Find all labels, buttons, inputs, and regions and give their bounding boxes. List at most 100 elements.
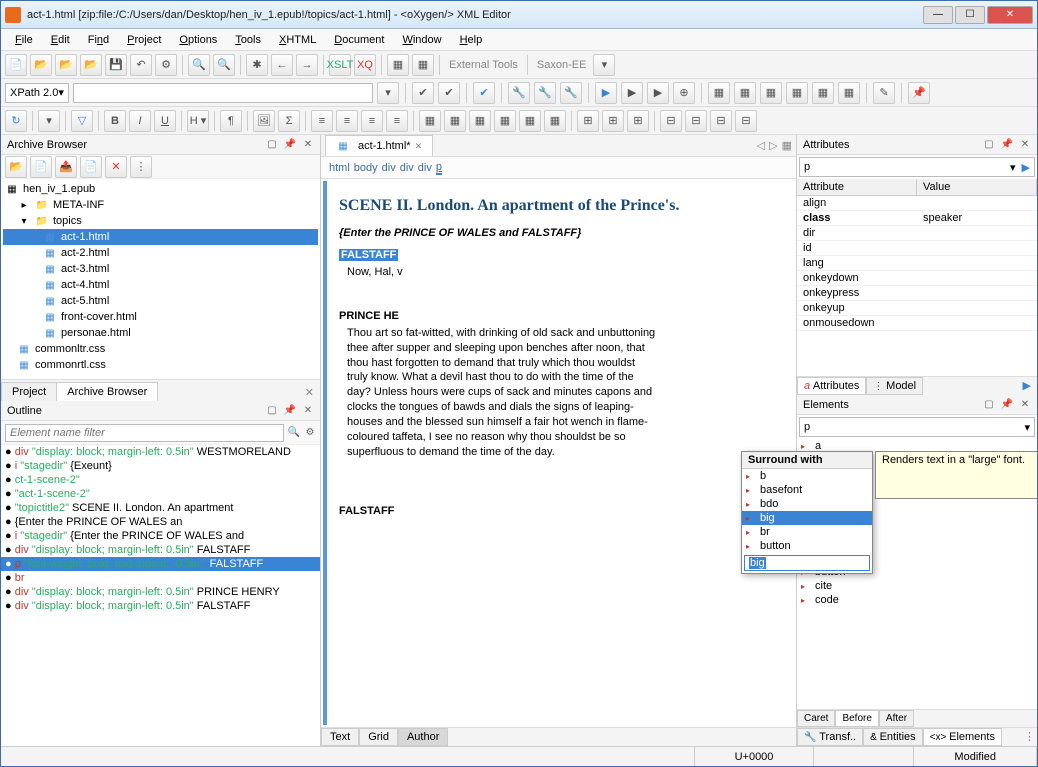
- project-tab[interactable]: Project: [1, 382, 57, 401]
- maximize-button[interactable]: ☐: [955, 6, 985, 24]
- split2-button[interactable]: ⊟: [685, 110, 707, 132]
- attrs-expand-icon[interactable]: ▶: [1017, 377, 1037, 395]
- outline-filter-input[interactable]: [5, 424, 284, 442]
- attr-row[interactable]: dir: [797, 226, 1037, 241]
- element-item[interactable]: code: [797, 593, 1037, 607]
- prev-button[interactable]: ←: [271, 54, 293, 76]
- attributes-tab[interactable]: a Attributes: [797, 377, 866, 395]
- tree-file[interactable]: ▦act-4.html: [3, 277, 318, 293]
- dl-button[interactable]: ≡: [386, 110, 408, 132]
- restore-icon[interactable]: ▢: [266, 139, 278, 151]
- find-replace-button[interactable]: 🔍: [213, 54, 235, 76]
- paragraph-button[interactable]: ¶: [220, 110, 242, 132]
- outline-restore-icon[interactable]: ▢: [266, 405, 278, 417]
- archive-extract-button[interactable]: 📤: [55, 156, 77, 178]
- archive-props-button[interactable]: ⋮: [130, 156, 152, 178]
- mark-button[interactable]: ✱: [246, 54, 268, 76]
- outline-row[interactable]: ● div "display: block; margin-left: 0.5i…: [1, 445, 320, 459]
- crumb-div1[interactable]: div: [382, 162, 396, 174]
- attr-row[interactable]: onkeyup: [797, 301, 1037, 316]
- grid5-button[interactable]: ▦: [812, 82, 834, 104]
- popup-item-bdo[interactable]: bdo: [742, 497, 872, 511]
- saxon-label[interactable]: Saxon-EE: [533, 59, 591, 71]
- delrow-button[interactable]: ▦: [519, 110, 541, 132]
- open-recent-button[interactable]: 📂: [80, 54, 102, 76]
- menu-xhtml[interactable]: XHTML: [271, 32, 324, 48]
- close-button[interactable]: ✕: [987, 6, 1033, 24]
- elem-close-icon[interactable]: ✕: [1019, 399, 1031, 411]
- italic-button[interactable]: I: [129, 110, 151, 132]
- menu-window[interactable]: Window: [394, 32, 449, 48]
- external-tools-label[interactable]: External Tools: [445, 59, 522, 71]
- wrench3-button[interactable]: 🔧: [560, 82, 582, 104]
- outline-row[interactable]: ● "act-1-scene-2": [1, 487, 320, 501]
- underline-button[interactable]: U: [154, 110, 176, 132]
- tree-css2[interactable]: ▦commonrtl.css: [3, 357, 318, 373]
- speaker-falstaff[interactable]: FALSTAFF: [339, 249, 398, 261]
- heading-button[interactable]: H ▾: [187, 110, 209, 132]
- elements-combo[interactable]: p▾: [799, 417, 1035, 437]
- xq-button[interactable]: XQ: [354, 54, 376, 76]
- saxon-dropdown[interactable]: ▾: [593, 54, 615, 76]
- archive-new-button[interactable]: 📄: [80, 156, 102, 178]
- crumb-p[interactable]: p: [436, 161, 442, 175]
- grid3-button[interactable]: ▦: [760, 82, 782, 104]
- outline-row[interactable]: ● div "display: block; margin-left: 0.5i…: [1, 599, 320, 613]
- popup-item-b[interactable]: b: [742, 469, 872, 483]
- attrs-element-combo[interactable]: p▾▶: [799, 157, 1035, 177]
- xpath-version-combo[interactable]: XPath 2.0 ▾: [5, 83, 69, 103]
- tree-file[interactable]: ▦personae.html: [3, 325, 318, 341]
- equation-button[interactable]: Σ: [278, 110, 300, 132]
- attrs-restore-icon[interactable]: ▢: [983, 139, 995, 151]
- wrench-button[interactable]: 🔧: [508, 82, 530, 104]
- archive-delete-button[interactable]: ✕: [105, 156, 127, 178]
- doc-button[interactable]: ▦: [387, 54, 409, 76]
- outline-row[interactable]: ● "topictitle2" SCENE II. London. An apa…: [1, 501, 320, 515]
- validate-button[interactable]: ✔: [473, 82, 495, 104]
- wrench2-button[interactable]: 🔧: [534, 82, 556, 104]
- elem-pin-icon[interactable]: 📌: [1001, 399, 1013, 411]
- elem-restore-icon[interactable]: ▢: [983, 399, 995, 411]
- tree-root[interactable]: ▦hen_iv_1.epub: [3, 181, 318, 197]
- archive-browser-tab[interactable]: Archive Browser: [56, 382, 158, 401]
- split4-button[interactable]: ⊟: [735, 110, 757, 132]
- minimize-button[interactable]: —: [923, 6, 953, 24]
- refresh-button[interactable]: ↻: [5, 110, 27, 132]
- outline-row[interactable]: ● div "display: block; margin-left: 0.5i…: [1, 543, 320, 557]
- split-button[interactable]: ⊟: [660, 110, 682, 132]
- left-tabs-close-icon[interactable]: ✕: [299, 384, 320, 401]
- attr-row[interactable]: onkeypress: [797, 286, 1037, 301]
- popup-item-basefont[interactable]: basefont: [742, 483, 872, 497]
- split3-button[interactable]: ⊟: [710, 110, 732, 132]
- grid2-button[interactable]: ▦: [734, 82, 756, 104]
- pin-icon[interactable]: 📌: [284, 139, 296, 151]
- menu-project[interactable]: Project: [119, 32, 169, 48]
- menu-tools[interactable]: Tools: [227, 32, 269, 48]
- tree-metainf[interactable]: ▸📁META-INF: [3, 197, 318, 213]
- edit-button[interactable]: ✎: [873, 82, 895, 104]
- undo-button[interactable]: ↶: [130, 54, 152, 76]
- crumb-div2[interactable]: div: [400, 162, 414, 174]
- tab-prev-icon[interactable]: ◁: [757, 139, 765, 152]
- crumb-html[interactable]: html: [329, 162, 350, 174]
- crumb-body[interactable]: body: [354, 162, 378, 174]
- menu-file[interactable]: File: [7, 32, 41, 48]
- run-button[interactable]: ▶: [595, 82, 617, 104]
- attr-row[interactable]: lang: [797, 256, 1037, 271]
- table-button[interactable]: ▦: [419, 110, 441, 132]
- popup-item-br[interactable]: br: [742, 525, 872, 539]
- next-button[interactable]: →: [296, 54, 318, 76]
- open-url-button[interactable]: 📂: [55, 54, 77, 76]
- outline-list[interactable]: ● div "display: block; margin-left: 0.5i…: [1, 445, 320, 746]
- tree-file[interactable]: ▦act-5.html: [3, 293, 318, 309]
- redo-button[interactable]: ⚙: [155, 54, 177, 76]
- cell-button[interactable]: ▦: [494, 110, 516, 132]
- tab-next-icon[interactable]: ▷: [769, 139, 777, 152]
- archive-add-button[interactable]: 📄: [30, 156, 52, 178]
- tab-menu-icon[interactable]: ▦: [782, 139, 792, 152]
- bold-button[interactable]: B: [104, 110, 126, 132]
- popup-filter-input[interactable]: big: [744, 555, 870, 571]
- archive-open-button[interactable]: 📂: [5, 156, 27, 178]
- open-button[interactable]: 📂: [30, 54, 52, 76]
- elements-tab[interactable]: <x> Elements: [923, 728, 1002, 746]
